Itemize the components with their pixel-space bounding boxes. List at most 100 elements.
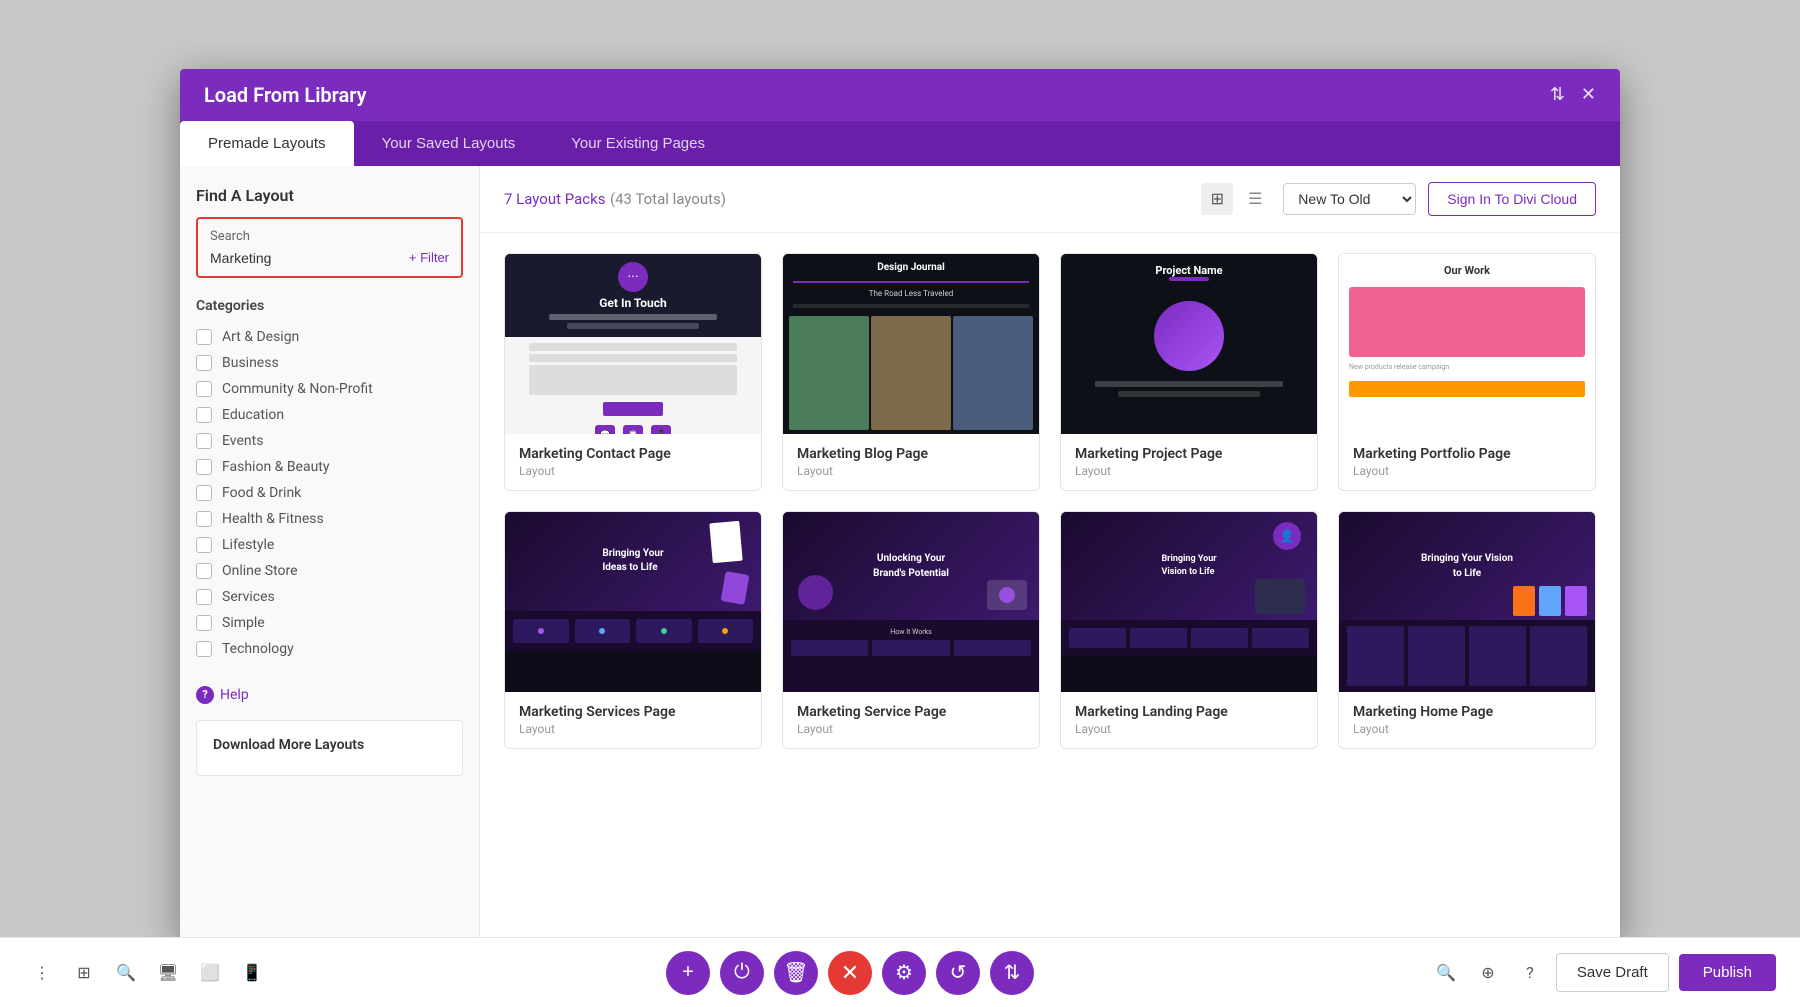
- thumbnail-project: Project Name: [1061, 254, 1317, 434]
- categories-title: Categories: [196, 298, 463, 314]
- card-info-portfolio: Marketing Portfolio Page Layout: [1339, 434, 1595, 490]
- category-checkbox: [196, 485, 212, 501]
- grid-view-icon[interactable]: ⊞: [1201, 183, 1233, 215]
- header-icons: ⇅ ✕: [1550, 84, 1596, 105]
- category-label: Services: [222, 589, 275, 605]
- card-name: Marketing Home Page: [1353, 704, 1581, 720]
- card-type: Layout: [519, 464, 747, 478]
- settings-button[interactable]: ⚙: [882, 951, 926, 995]
- menu-dots-icon[interactable]: ⋮: [24, 955, 60, 991]
- save-draft-button[interactable]: Save Draft: [1556, 953, 1669, 992]
- find-layout-title: Find A Layout: [196, 186, 463, 205]
- category-label: Art & Design: [222, 329, 299, 345]
- category-label: Lifestyle: [222, 537, 274, 553]
- category-events[interactable]: Events: [196, 428, 463, 454]
- card-home[interactable]: Bringing Your Visionto Life: [1338, 511, 1596, 749]
- desktop-icon[interactable]: 🖥: [150, 955, 186, 991]
- category-lifestyle[interactable]: Lifestyle: [196, 532, 463, 558]
- search-input[interactable]: [210, 250, 401, 266]
- category-checkbox: [196, 615, 212, 631]
- card-services[interactable]: Bringing YourIdeas to Life: [504, 511, 762, 749]
- divi-cloud-icon[interactable]: ⊕: [1472, 957, 1504, 989]
- card-type: Layout: [1075, 464, 1303, 478]
- card-project[interactable]: Project Name Marketi: [1060, 253, 1318, 491]
- delete-button[interactable]: 🗑: [774, 951, 818, 995]
- category-label: Technology: [222, 641, 294, 657]
- card-type: Layout: [797, 464, 1025, 478]
- card-type: Layout: [797, 722, 1025, 736]
- list-view-icon[interactable]: ☰: [1239, 183, 1271, 215]
- tab-premade-layouts[interactable]: Premade Layouts: [180, 121, 354, 166]
- category-checkbox: [196, 511, 212, 527]
- card-portfolio[interactable]: Our Work New products release campaign M…: [1338, 253, 1596, 491]
- publish-button[interactable]: Publish: [1679, 954, 1776, 991]
- power-button[interactable]: ⏻: [720, 951, 764, 995]
- card-name: Marketing Contact Page: [519, 446, 747, 462]
- download-section: Download More Layouts: [196, 720, 463, 776]
- bottom-toolbar: ⋮ ⊞ 🔍 🖥 ⬜ 📱 + ⏻ 🗑 ✕ ⚙ ↺ ⇅ 🔍 ⊕ ? Save Dra…: [0, 937, 1800, 1007]
- card-service-page[interactable]: Unlocking YourBrand's Potential How It W…: [782, 511, 1040, 749]
- card-blog[interactable]: Design Journal The Road Less Traveled: [782, 253, 1040, 491]
- adjust-icon[interactable]: ⇅: [1550, 84, 1565, 105]
- category-label: Online Store: [222, 563, 298, 579]
- search-icon[interactable]: 🔍: [1430, 957, 1462, 989]
- help-icon: ?: [196, 686, 214, 704]
- help-label: Help: [220, 687, 249, 703]
- category-checkbox: [196, 589, 212, 605]
- tab-saved-layouts[interactable]: Your Saved Layouts: [354, 121, 544, 166]
- card-info-project: Marketing Project Page Layout: [1061, 434, 1317, 490]
- add-button[interactable]: +: [666, 951, 710, 995]
- filter-button[interactable]: + Filter: [409, 250, 449, 265]
- thumbnail-blog: Design Journal The Road Less Traveled: [783, 254, 1039, 434]
- close-icon[interactable]: ✕: [1581, 84, 1596, 105]
- content-header: 7 Layout Packs (43 Total layouts) ⊞ ☰ Ne…: [480, 166, 1620, 233]
- thumbnail-portfolio: Our Work New products release campaign: [1339, 254, 1595, 434]
- category-art-design[interactable]: Art & Design: [196, 324, 463, 350]
- category-services[interactable]: Services: [196, 584, 463, 610]
- category-food[interactable]: Food & Drink: [196, 480, 463, 506]
- modal-container: Load From Library ⇅ ✕ Premade Layouts Yo…: [180, 69, 1620, 939]
- help-link[interactable]: ? Help: [196, 686, 463, 704]
- tab-existing-pages[interactable]: Your Existing Pages: [543, 121, 733, 166]
- card-type: Layout: [1353, 722, 1581, 736]
- card-info-service-page: Marketing Service Page Layout: [783, 692, 1039, 748]
- thumbnail-services: Bringing YourIdeas to Life: [505, 512, 761, 692]
- history-button[interactable]: ↺: [936, 951, 980, 995]
- category-business[interactable]: Business: [196, 350, 463, 376]
- modal-body: Find A Layout Search + Filter Categories…: [180, 166, 1620, 939]
- card-info-blog: Marketing Blog Page Layout: [783, 434, 1039, 490]
- card-name: Marketing Portfolio Page: [1353, 446, 1581, 462]
- grid-row-1: ··· Get In Touch: [504, 253, 1596, 491]
- sort-select[interactable]: New To Old Old To New A to Z Z to A: [1283, 183, 1416, 215]
- search-small-icon[interactable]: 🔍: [108, 955, 144, 991]
- tablet-icon[interactable]: ⬜: [192, 955, 228, 991]
- card-type: Layout: [1075, 722, 1303, 736]
- card-info-home: Marketing Home Page Layout: [1339, 692, 1595, 748]
- category-label: Events: [222, 433, 263, 449]
- category-education[interactable]: Education: [196, 402, 463, 428]
- adjust-button[interactable]: ⇅: [990, 951, 1034, 995]
- toolbar-left: ⋮ ⊞ 🔍 🖥 ⬜ 📱: [24, 955, 270, 991]
- toolbar-right: 🔍 ⊕ ? Save Draft Publish: [1430, 953, 1776, 992]
- category-simple[interactable]: Simple: [196, 610, 463, 636]
- card-contact[interactable]: ··· Get In Touch: [504, 253, 762, 491]
- toolbar-center: + ⏻ 🗑 ✕ ⚙ ↺ ⇅: [666, 951, 1034, 995]
- thumbnail-service-page: Unlocking YourBrand's Potential How It W…: [783, 512, 1039, 692]
- sign-in-button[interactable]: Sign In To Divi Cloud: [1428, 182, 1596, 216]
- mobile-icon[interactable]: 📱: [234, 955, 270, 991]
- total-layouts: (43 Total layouts): [610, 190, 726, 208]
- category-health[interactable]: Health & Fitness: [196, 506, 463, 532]
- layout-count: 7 Layout Packs (43 Total layouts): [504, 188, 726, 209]
- category-technology[interactable]: Technology: [196, 636, 463, 662]
- category-checkbox: [196, 459, 212, 475]
- view-icons: ⊞ ☰: [1201, 183, 1271, 215]
- close-button[interactable]: ✕: [828, 951, 872, 995]
- grid-icon[interactable]: ⊞: [66, 955, 102, 991]
- category-community[interactable]: Community & Non-Profit: [196, 376, 463, 402]
- card-info-contact: Marketing Contact Page Layout: [505, 434, 761, 490]
- search-label: Search: [210, 229, 449, 244]
- help-icon[interactable]: ?: [1514, 957, 1546, 989]
- category-online-store[interactable]: Online Store: [196, 558, 463, 584]
- card-landing[interactable]: Bringing YourVision to Life 👤: [1060, 511, 1318, 749]
- category-fashion[interactable]: Fashion & Beauty: [196, 454, 463, 480]
